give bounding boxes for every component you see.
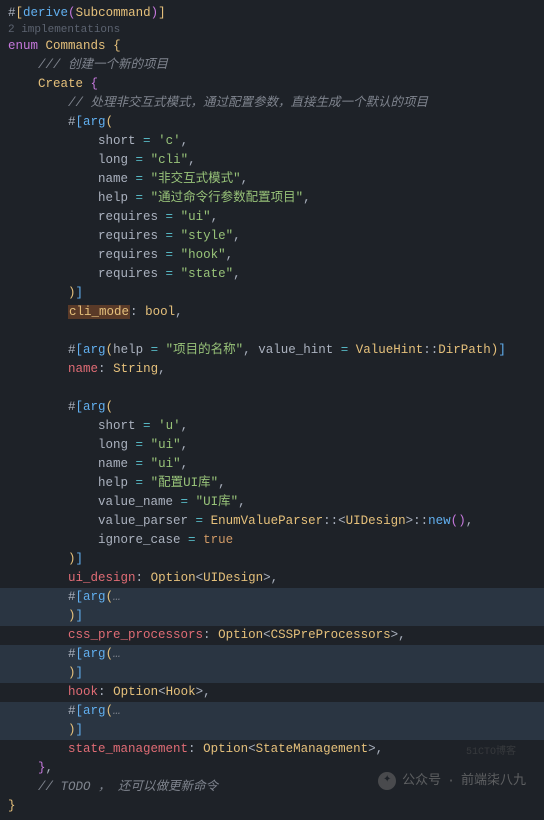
code-line: long = "ui",: [0, 436, 544, 455]
watermark-label: 公众号: [402, 771, 441, 790]
folded-line[interactable]: #[arg(…: [0, 645, 544, 664]
code-line: // 处理非交互式模式，通过配置参数，直接生成一个默认的项目: [0, 94, 544, 113]
code-line: #[arg(: [0, 398, 544, 417]
blog-watermark: 51CTO博客: [466, 743, 516, 762]
wechat-icon: ✦: [378, 772, 396, 790]
code-line: ui_design: Option<UIDesign>,: [0, 569, 544, 588]
code-line: short = 'u',: [0, 417, 544, 436]
code-line: )]: [0, 721, 544, 740]
code-line: [0, 379, 544, 398]
code-line: ignore_case = true: [0, 531, 544, 550]
code-line: requires = "state",: [0, 265, 544, 284]
folded-line[interactable]: #[arg(…: [0, 702, 544, 721]
code-line: value_parser = EnumValueParser::<UIDesig…: [0, 512, 544, 531]
code-line: [0, 322, 544, 341]
watermark: ✦ 公众号 · 前端柒八九: [378, 771, 526, 790]
code-line: Create {: [0, 75, 544, 94]
code-line: css_pre_processors: Option<CSSPreProcess…: [0, 626, 544, 645]
code-line: /// 创建一个新的项目: [0, 56, 544, 75]
code-line: requires = "style",: [0, 227, 544, 246]
code-line: short = 'c',: [0, 132, 544, 151]
folded-line[interactable]: #[arg(…: [0, 588, 544, 607]
watermark-name: 前端柒八九: [461, 771, 526, 790]
code-line: state_management: Option<StateManagement…: [0, 740, 544, 759]
highlighted-field: cli_mode: [68, 305, 130, 319]
code-line: #[arg(help = "项目的名称", value_hint = Value…: [0, 341, 544, 360]
code-line: #[arg(: [0, 113, 544, 132]
codelens-hint[interactable]: 2 implementations: [0, 23, 544, 37]
code-line: name = "ui",: [0, 455, 544, 474]
code-line: requires = "ui",: [0, 208, 544, 227]
code-line: }: [0, 797, 544, 816]
code-line: long = "cli",: [0, 151, 544, 170]
code-line: name = "非交互式模式",: [0, 170, 544, 189]
code-line: name: String,: [0, 360, 544, 379]
code-line: )]: [0, 664, 544, 683]
code-line: value_name = "UI库",: [0, 493, 544, 512]
code-line: )]: [0, 607, 544, 626]
code-line: #[derive(Subcommand)]: [0, 4, 544, 23]
code-line: requires = "hook",: [0, 246, 544, 265]
code-line: )]: [0, 550, 544, 569]
code-line: help = "配置UI库",: [0, 474, 544, 493]
code-line: cli_mode: bool,: [0, 303, 544, 322]
code-line: enum Commands {: [0, 37, 544, 56]
code-line: help = "通过命令行参数配置项目",: [0, 189, 544, 208]
code-editor[interactable]: #[derive(Subcommand)] 2 implementations …: [0, 0, 544, 820]
code-line: hook: Option<Hook>,: [0, 683, 544, 702]
code-line: )]: [0, 284, 544, 303]
